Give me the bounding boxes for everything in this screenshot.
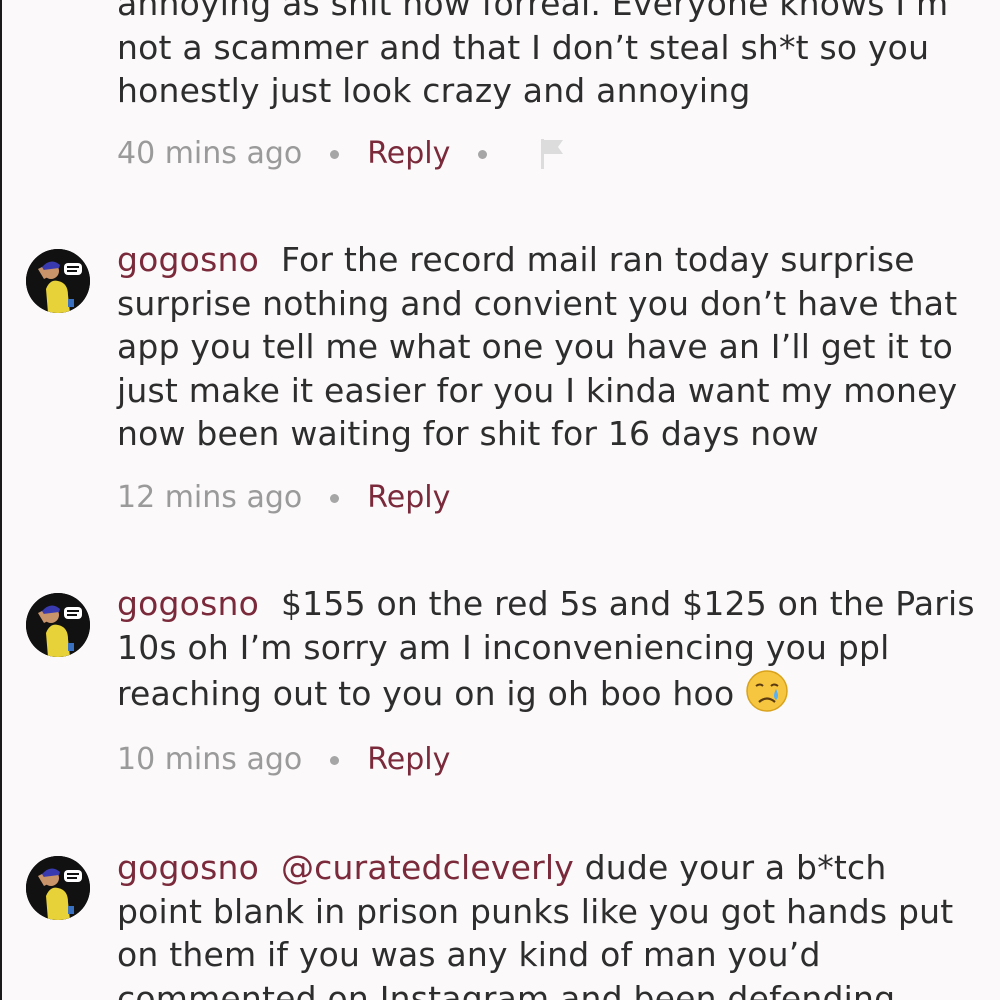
comment-timestamp: 40 mins ago <box>117 136 303 171</box>
avatar[interactable] <box>26 593 90 657</box>
reply-link[interactable]: Reply <box>367 478 450 518</box>
comment-body: annoying as shit now forreal. Everyone k… <box>117 0 949 110</box>
avatar[interactable] <box>26 856 90 920</box>
comment-username[interactable]: gogosno <box>117 848 259 887</box>
comment-text: gogosno $155 on the red 5s and $125 on th… <box>117 582 977 716</box>
comment-text: gogosno For the record mail ran today sur… <box>117 238 977 456</box>
reply-link[interactable]: Reply <box>367 740 450 780</box>
separator-dot <box>330 493 340 503</box>
left-edge-border <box>0 0 2 1000</box>
comment-username[interactable]: gogosno <box>117 584 259 623</box>
comment-meta: 12 mins ago Reply <box>117 478 450 518</box>
mention-link[interactable]: @curatedcleverly <box>281 848 574 887</box>
flag-icon[interactable] <box>539 137 565 171</box>
comment-timestamp: 10 mins ago <box>117 742 303 777</box>
separator-dot <box>330 755 340 765</box>
separator-dot <box>330 149 340 159</box>
crying-face-emoji-icon <box>745 669 789 713</box>
comment-text: gogosno @curatedcleverly dude your a b*tc… <box>117 846 977 1000</box>
comment-username[interactable]: gogosno <box>117 240 259 279</box>
reply-link[interactable]: Reply <box>367 134 450 174</box>
avatar[interactable] <box>26 249 90 313</box>
comment-meta: 10 mins ago Reply <box>117 740 450 780</box>
comment-text: annoying as shit now forreal. Everyone k… <box>117 0 977 113</box>
comment-meta: 40 mins ago Reply <box>117 134 565 174</box>
comment-timestamp: 12 mins ago <box>117 480 303 515</box>
separator-dot <box>478 149 488 159</box>
